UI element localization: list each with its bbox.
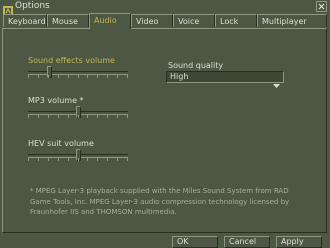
slider-tick (48, 75, 49, 78)
slider-tick (117, 158, 118, 161)
tab-keyboard[interactable]: Keyboard (3, 14, 47, 27)
slider-tick (38, 115, 39, 118)
slider-tick (107, 158, 108, 161)
slider-tick (117, 115, 118, 118)
sound-effects-volume-slider[interactable] (28, 66, 130, 80)
slider-ticks (28, 115, 130, 119)
slider-tick (127, 158, 128, 161)
sound-quality-label: Sound quality (168, 61, 224, 70)
sound-quality-dropdown[interactable]: High (166, 71, 284, 88)
close-button[interactable] (316, 1, 327, 12)
chevron-down-icon[interactable] (273, 74, 280, 88)
tab-voice[interactable]: Voice (173, 14, 215, 27)
slider-tick (68, 75, 69, 78)
slider-tick (58, 115, 59, 118)
slider-tick (38, 75, 39, 78)
window-title: Options (15, 1, 50, 11)
slider-tick (87, 115, 88, 118)
slider-tick (78, 115, 79, 118)
apply-button[interactable]: Apply (276, 236, 322, 248)
cancel-button[interactable]: Cancel (224, 236, 270, 248)
slider-tick (97, 75, 98, 78)
slider-tick (58, 158, 59, 161)
tab-mouse[interactable]: Mouse (47, 14, 89, 27)
slider-tick (28, 75, 29, 78)
close-icon (318, 3, 325, 10)
slider-tick (107, 115, 108, 118)
sound-effects-volume-label: Sound effects volume (28, 56, 115, 65)
title-bar: Options (0, 0, 330, 16)
slider-tick (48, 158, 49, 161)
tab-bar: Keyboard Mouse Audio Video Voice Lock Mu… (0, 13, 330, 29)
slider-tick (48, 115, 49, 118)
slider-tick (68, 158, 69, 161)
slider-tick (87, 75, 88, 78)
tab-video[interactable]: Video (131, 14, 173, 27)
slider-tick (117, 75, 118, 78)
ok-button[interactable]: OK (172, 236, 218, 248)
slider-tick (78, 158, 79, 161)
slider-ticks (28, 75, 130, 79)
hev-suit-volume-label: HEV suit volume (28, 139, 94, 148)
slider-tick (28, 115, 29, 118)
slider-tick (127, 115, 128, 118)
slider-tick (97, 158, 98, 161)
mp3-volume-slider[interactable] (28, 106, 130, 120)
slider-tick (78, 75, 79, 78)
mp3-volume-label: MP3 volume * (28, 96, 84, 105)
slider-tick (38, 158, 39, 161)
app-icon (3, 1, 13, 16)
tab-lock[interactable]: Lock (215, 14, 257, 27)
slider-tick (28, 158, 29, 161)
slider-tick (87, 158, 88, 161)
slider-tick (107, 75, 108, 78)
sound-quality-value: High (170, 72, 189, 81)
slider-tick (68, 115, 69, 118)
slider-tick (97, 115, 98, 118)
mp3-license-footnote: * MPEG Layer-3 playback supplied with th… (30, 187, 290, 216)
slider-ticks (28, 158, 130, 162)
tab-audio[interactable]: Audio (89, 13, 131, 29)
slider-tick (127, 75, 128, 78)
tab-multiplayer[interactable]: Multiplayer (257, 14, 327, 27)
slider-tick (58, 75, 59, 78)
hev-suit-volume-slider[interactable] (28, 149, 130, 163)
